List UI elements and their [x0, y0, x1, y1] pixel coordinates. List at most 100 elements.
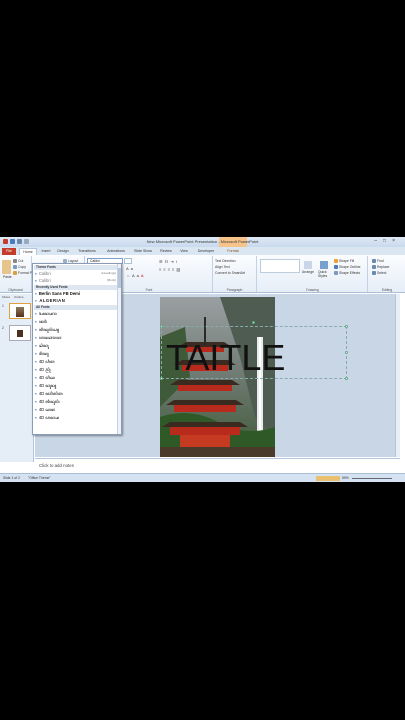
tab-developer[interactable]: Developer	[194, 248, 218, 255]
font-option[interactable]: T Calibri (Headings)	[35, 270, 117, 277]
truetype-icon: T	[35, 292, 37, 296]
rotate-handle[interactable]	[252, 321, 255, 324]
tab-design[interactable]: Design	[55, 248, 71, 255]
font-option[interactable]: T ꦱꦶꦏꦸ	[35, 342, 117, 349]
tab-file[interactable]: File	[2, 248, 16, 255]
shape-outline-button[interactable]: Shape Outline	[334, 265, 361, 270]
vertical-scrollbar[interactable]	[395, 294, 400, 457]
font-option[interactable]: T 4D ꦲꦶꦩ	[35, 358, 117, 365]
font-option[interactable]: T 4D ꦠꦶꦤꦸꦭꦶ	[35, 398, 117, 405]
font-option[interactable]: T 4D ꦥꦿꦶ	[35, 366, 117, 373]
truetype-icon: T	[35, 360, 37, 364]
tab-slides-pane[interactable]: Slides	[2, 295, 10, 300]
paste-button[interactable]: Paste	[3, 275, 12, 279]
font-dropdown[interactable]: Theme Fonts T Calibri (Headings) T Calibri(…	[32, 263, 122, 435]
font-option[interactable]: T 4D ꦱꦏ	[35, 406, 117, 413]
tab-review[interactable]: Review	[157, 248, 175, 255]
font-option[interactable]: T 4D ꦲꦏ꧀ꦱ	[35, 414, 117, 421]
font-color-row: ⇔AaA	[126, 273, 146, 278]
font-option[interactable]: T ꦗꦮꦶ	[35, 318, 117, 325]
shape-effects-button[interactable]: Shape Effects	[334, 271, 361, 276]
slide-title[interactable]: TAITLE	[166, 337, 285, 379]
font-option[interactable]: T ALGERIAN	[35, 297, 117, 304]
tab-animations[interactable]: Animations	[102, 248, 130, 255]
font-size-combobox[interactable]	[124, 258, 132, 264]
shape-fill-label: Shape Fill	[339, 259, 355, 263]
tab-view[interactable]: View	[177, 248, 191, 255]
font-option[interactable]: T Berlin Sans FB Demi	[35, 290, 117, 297]
font-option[interactable]: T ꦲꦤꦕꦫꦏ	[35, 334, 117, 341]
clear-format-row: Aa	[126, 266, 135, 271]
quick-styles-icon[interactable]	[320, 261, 328, 269]
select-button[interactable]: Select	[372, 271, 386, 276]
zoom-slider[interactable]	[352, 478, 392, 479]
arrange-button[interactable]: Arrange	[302, 270, 314, 274]
truetype-icon: T	[35, 272, 37, 276]
resize-handle[interactable]	[345, 377, 348, 380]
replace-button[interactable]: Replace	[372, 265, 389, 270]
resize-handle[interactable]	[345, 351, 348, 354]
tab-home[interactable]: Home	[19, 248, 37, 255]
tab-format[interactable]: Format	[222, 248, 244, 255]
slide-thumbnail-1[interactable]	[9, 303, 31, 319]
tab-slide-show[interactable]: Slide Show	[132, 248, 154, 255]
tab-outline-pane[interactable]: Outline	[14, 295, 24, 300]
editing-label: Editing	[381, 288, 393, 292]
resize-handle[interactable]	[345, 325, 348, 328]
notes-placeholder[interactable]: Click to add notes	[39, 463, 74, 468]
quick-styles-button[interactable]: Quick Styles	[318, 270, 332, 278]
font-name: ꦱꦶꦏꦸ	[38, 343, 49, 348]
font-option[interactable]: T 4D ꦧꦶꦱ	[35, 374, 117, 381]
scroll-thumb[interactable]	[118, 268, 121, 288]
clipboard-label: Clipboard	[8, 288, 23, 292]
slide-canvas[interactable]: TAITLE	[160, 297, 348, 457]
thumbnail-image	[17, 330, 23, 337]
truetype-icon: T	[35, 352, 37, 356]
shapes-gallery[interactable]	[260, 259, 300, 273]
replace-icon	[372, 265, 376, 270]
copy-button[interactable]: Copy	[13, 265, 26, 270]
font-option[interactable]: T Calibri (Body)	[35, 277, 117, 284]
truetype-icon: T	[35, 416, 37, 420]
arrange-icon[interactable]	[304, 261, 312, 269]
shape-effects-label: Shape Effects	[339, 271, 361, 275]
zoom-level[interactable]: 59%	[342, 476, 349, 480]
truetype-icon: T	[35, 384, 37, 388]
find-icon	[372, 259, 376, 264]
font-option[interactable]: T 4D ꦗꦮꦶꦭꦶꦩ	[35, 390, 117, 397]
font-option[interactable]: T ꦄꦏ꧀ꦱꦫ	[35, 310, 117, 317]
view-buttons[interactable]	[316, 476, 340, 481]
line-spacing-icon[interactable]: ↕	[176, 259, 180, 264]
font-name: 4D ꦥꦿꦶ	[38, 367, 51, 372]
tab-transitions[interactable]: Transitions	[74, 248, 100, 255]
select-icon	[372, 271, 376, 276]
paste-icon[interactable]	[2, 260, 11, 274]
shape-fill-button[interactable]: Shape Fill	[334, 259, 355, 264]
columns-icon[interactable]: ▥	[176, 267, 182, 272]
notes-pane[interactable]: Click to add notes	[35, 458, 400, 471]
resize-handle[interactable]	[160, 377, 163, 380]
slide-thumbnail-2[interactable]	[9, 325, 31, 341]
font-option[interactable]: T ꦩꦶꦤ꧀	[35, 350, 117, 357]
tab-insert[interactable]: Insert	[39, 248, 53, 255]
convert-smartart-button[interactable]: Convert to SmartArt	[215, 271, 245, 275]
shrink-font-icon[interactable]: a	[131, 266, 135, 271]
text-direction-button[interactable]: Text Direction	[215, 259, 236, 263]
close-icon[interactable]: ×	[392, 238, 401, 244]
window-controls[interactable]: –□×	[374, 238, 401, 244]
font-name: 4D ꦗꦮꦶꦭꦶꦩ	[38, 391, 63, 396]
change-case-icon[interactable]: Aa	[132, 273, 141, 278]
cut-button[interactable]: Cut	[13, 259, 23, 264]
align-text-button[interactable]: Align Text	[215, 265, 230, 269]
font-option[interactable]: T 4D ꦏꦸꦤ꧀	[35, 382, 117, 389]
minimize-icon[interactable]: –	[374, 238, 383, 244]
font-dropdown-scrollbar[interactable]	[117, 264, 121, 434]
font-option[interactable]: T ꦠꦶꦤꦸꦭꦶꦱ꧀	[35, 326, 117, 333]
maximize-icon[interactable]: □	[383, 238, 392, 244]
font-color-icon[interactable]: A	[141, 273, 146, 278]
truetype-icon: T	[35, 376, 37, 380]
resize-handle[interactable]	[160, 325, 163, 328]
find-button[interactable]: Find	[372, 259, 384, 264]
title-placeholder[interactable]: TAITLE	[160, 321, 348, 380]
slide-counter: Slide 1 of 2	[3, 476, 20, 480]
